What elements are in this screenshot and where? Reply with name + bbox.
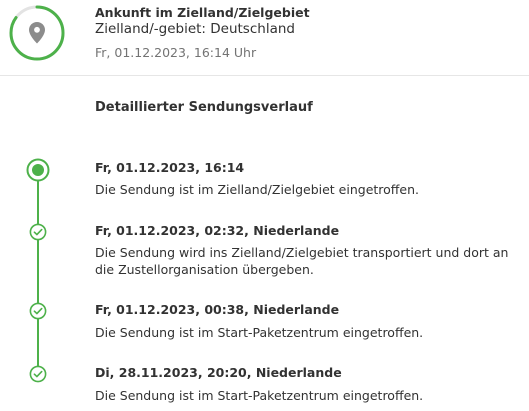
status-timestamp: Fr, 01.12.2023, 16:14 Uhr [95, 45, 257, 60]
event-description: Die Sendung wird ins Zielland/Zielgebiet… [95, 245, 509, 277]
status-title: Ankunft im Zielland/Zielgebiet [95, 5, 310, 20]
event-description: Die Sendung ist im Start-Paketzentrum ei… [95, 325, 424, 340]
history-heading: Detaillierter Sendungsverlauf [95, 100, 313, 115]
checkmark-icon [29, 223, 47, 241]
current-status-icon [26, 158, 50, 182]
checkmark-icon [29, 302, 47, 320]
timeline-line [37, 170, 39, 375]
event-title: Fr, 01.12.2023, 02:32, Niederlande [95, 223, 340, 238]
event-description: Die Sendung ist im Start-Paketzentrum ei… [95, 388, 424, 403]
event-description: Die Sendung ist im Zielland/Zielgebiet e… [95, 182, 419, 197]
location-pin-icon [29, 22, 45, 44]
event-title: Fr, 01.12.2023, 16:14 [95, 160, 245, 175]
destination-country: Zielland/-gebiet: Deutschland [95, 21, 295, 37]
event-title: Di, 28.11.2023, 20:20, Niederlande [95, 365, 342, 380]
status-progress-ring [9, 5, 65, 61]
event-title: Fr, 01.12.2023, 00:38, Niederlande [95, 302, 340, 317]
checkmark-icon [29, 365, 47, 383]
shipment-status-header: Ankunft im Zielland/Zielgebiet Zielland/… [0, 0, 529, 76]
